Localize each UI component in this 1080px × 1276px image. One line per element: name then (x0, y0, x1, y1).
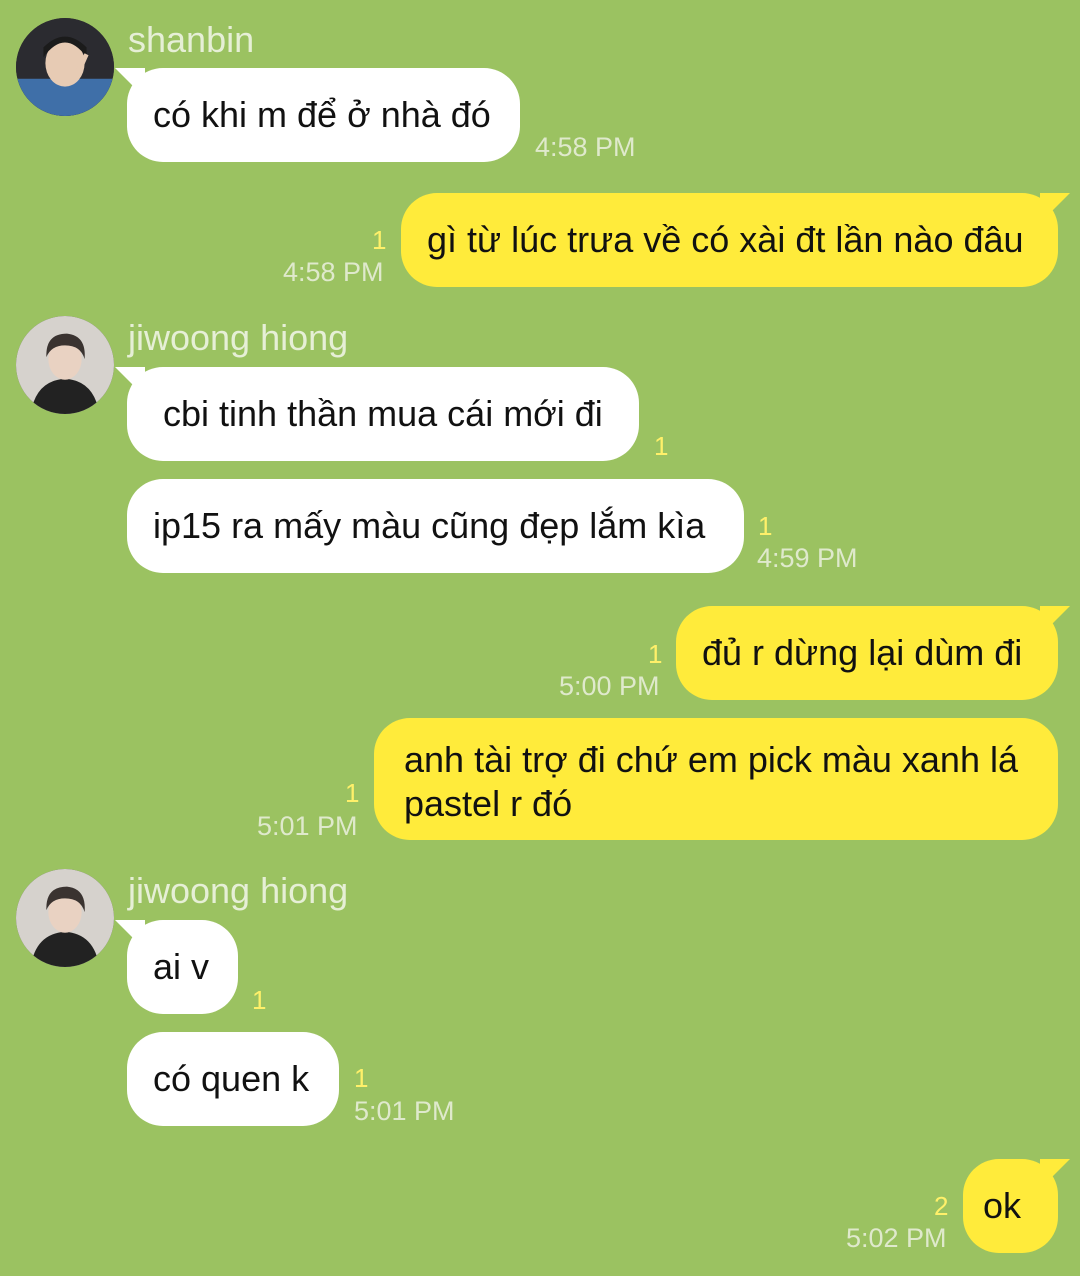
sender-avatar-jiwoong-hiong[interactable] (16, 869, 114, 967)
message-timestamp: 5:02 PM (846, 1223, 947, 1253)
message-bubble-incoming[interactable]: ip15 ra mấy màu cũng đẹp lắm kìa (127, 479, 744, 573)
message-text: anh tài trợ đi chứ em pick màu xanh lá p… (404, 739, 1018, 824)
message-timestamp: 4:58 PM (283, 257, 384, 287)
message-bubble-incoming[interactable]: có khi m để ở nhà đó (115, 68, 520, 162)
read-count: 1 (648, 639, 663, 669)
message-bubble-incoming[interactable]: ai v (115, 920, 238, 1014)
bubble-tail (115, 367, 145, 397)
bubble-tail (1040, 1159, 1070, 1189)
read-count: 1 (252, 985, 267, 1015)
message-timestamp: 4:59 PM (757, 543, 858, 573)
user-avatar-icon (16, 869, 114, 967)
message-timestamp: 5:01 PM (354, 1096, 455, 1126)
bubble-tail (1040, 193, 1070, 223)
bubble-tail (115, 920, 145, 950)
sender-name: shanbin (128, 19, 255, 60)
message-bubble-outgoing[interactable]: gì từ lúc trưa về có xài đt lần nào đâu (401, 193, 1070, 287)
message-text: ai v (153, 946, 210, 987)
read-count: 1 (345, 778, 360, 808)
sender-name: jiwoong hiong (128, 870, 349, 911)
read-count: 1 (654, 431, 669, 461)
sender-name: jiwoong hiong (128, 317, 349, 358)
read-count: 2 (934, 1191, 949, 1221)
user-avatar-icon (16, 316, 114, 414)
read-count: 1 (354, 1063, 369, 1093)
message-text: gì từ lúc trưa về có xài đt lần nào đâu (427, 219, 1024, 260)
read-count: 1 (758, 511, 773, 541)
sender-avatar-shanbin[interactable] (16, 18, 114, 116)
user-avatar-icon (16, 18, 114, 116)
message-text: đủ r dừng lại dùm đi (702, 632, 1023, 673)
read-count: 1 (372, 225, 387, 255)
message-text: có khi m để ở nhà đó (153, 94, 491, 135)
message-text: ip15 ra mấy màu cũng đẹp lắm kìa (153, 505, 706, 546)
message-bubble-incoming[interactable]: cbi tinh thần mua cái mới đi (115, 367, 639, 461)
message-timestamp: 5:01 PM (257, 811, 358, 841)
sender-avatar-jiwoong-hiong[interactable] (16, 316, 114, 414)
message-bubble-outgoing[interactable]: ok (963, 1159, 1070, 1253)
message-timestamp: 5:00 PM (559, 671, 660, 701)
message-bubble-outgoing[interactable]: đủ r dừng lại dùm đi (676, 606, 1070, 700)
message-bubble-incoming[interactable]: có quen k (127, 1032, 339, 1126)
bubble-tail (115, 68, 145, 98)
bubble-tail (1040, 606, 1070, 636)
message-bubble-outgoing[interactable]: anh tài trợ đi chứ em pick màu xanh lá p… (374, 718, 1058, 840)
message-text: có quen k (153, 1058, 310, 1099)
message-text: cbi tinh thần mua cái mới đi (163, 393, 603, 434)
message-text: ok (983, 1185, 1022, 1226)
message-timestamp: 4:58 PM (535, 132, 636, 162)
